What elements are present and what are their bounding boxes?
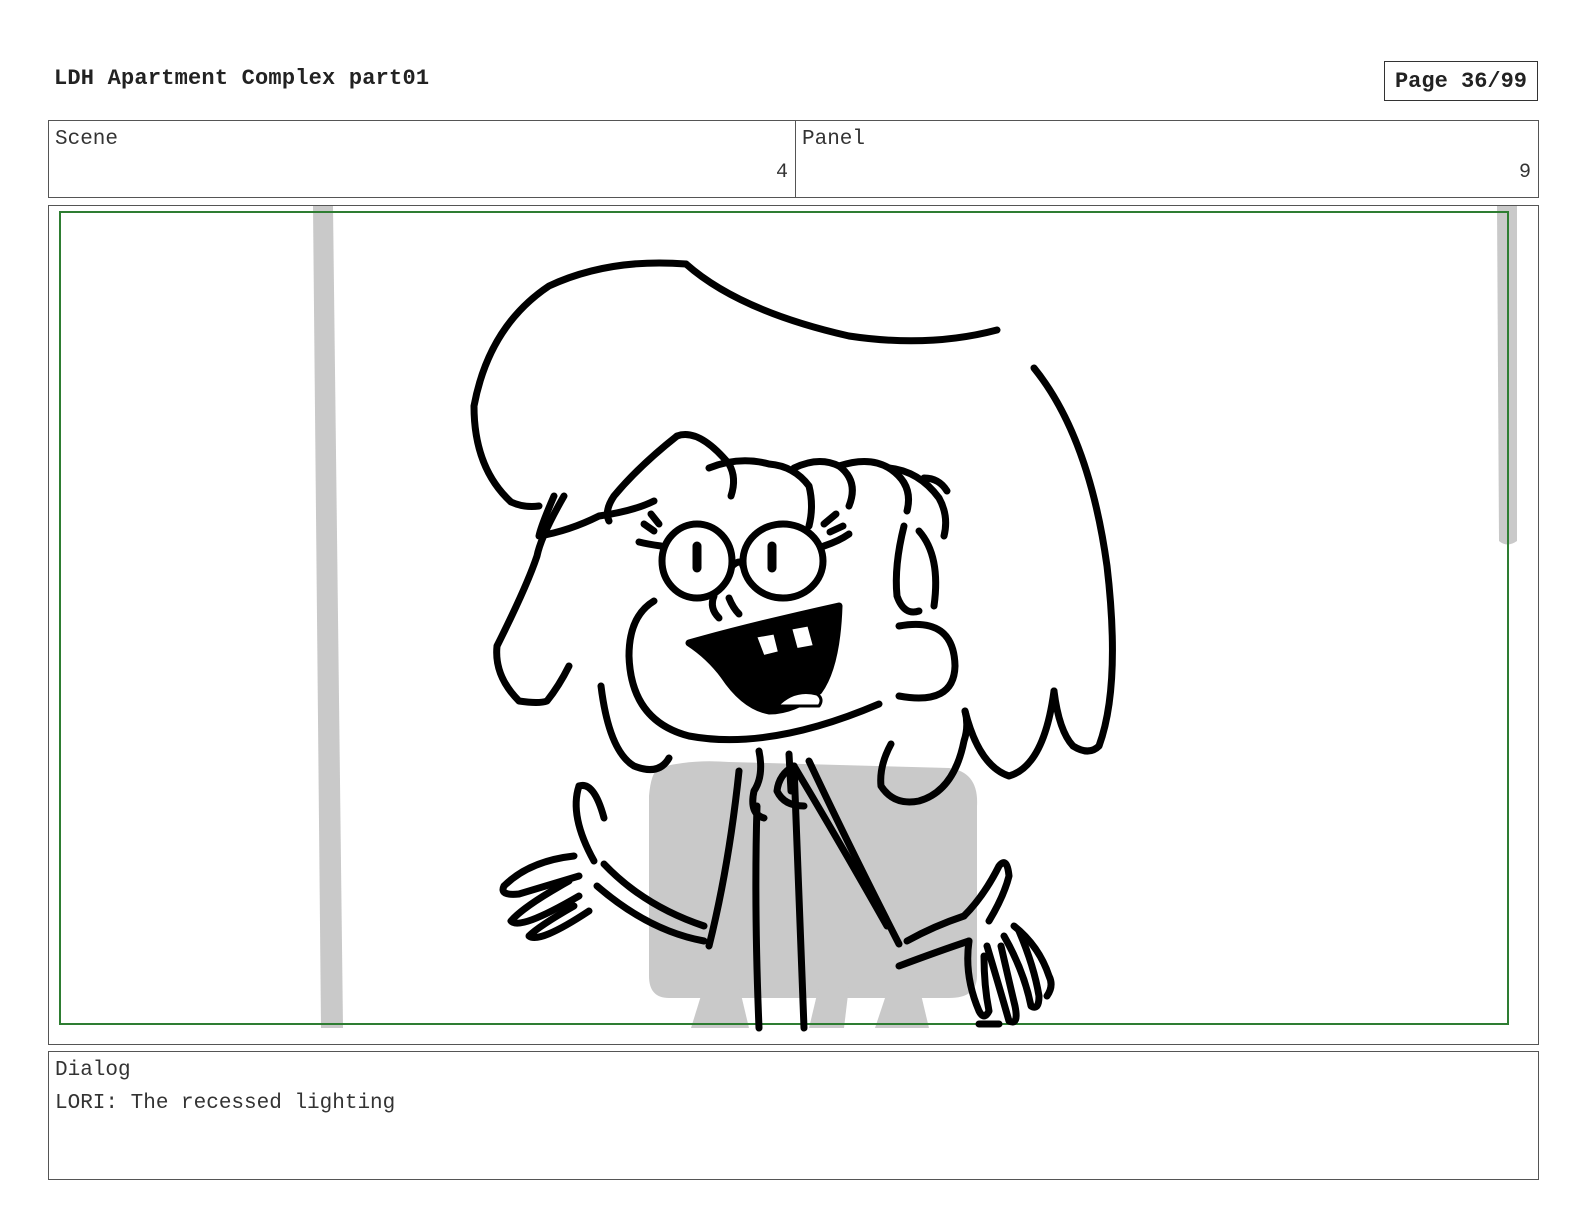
scene-label: Scene [55, 128, 119, 151]
scene-number: 4 [775, 161, 788, 184]
scene-panel-info: Scene 4 Panel 9 [48, 120, 1539, 198]
dialog-box: Dialog LORI: The recessed lighting [48, 1051, 1539, 1180]
background-sketch [313, 206, 1517, 1028]
dialog-text: LORI: The recessed lighting [55, 1092, 396, 1115]
scene-cell: Scene 4 [49, 121, 796, 197]
document-title: LDH Apartment Complex part01 [54, 66, 430, 91]
storyboard-drawing [59, 206, 1517, 1032]
dialog-label: Dialog [55, 1059, 131, 1082]
page-number: Page 36/99 [1384, 61, 1538, 101]
storyboard-frame [48, 205, 1539, 1045]
panel-cell: Panel 9 [796, 121, 1538, 197]
panel-label: Panel [802, 128, 866, 151]
panel-number: 9 [1518, 161, 1531, 184]
